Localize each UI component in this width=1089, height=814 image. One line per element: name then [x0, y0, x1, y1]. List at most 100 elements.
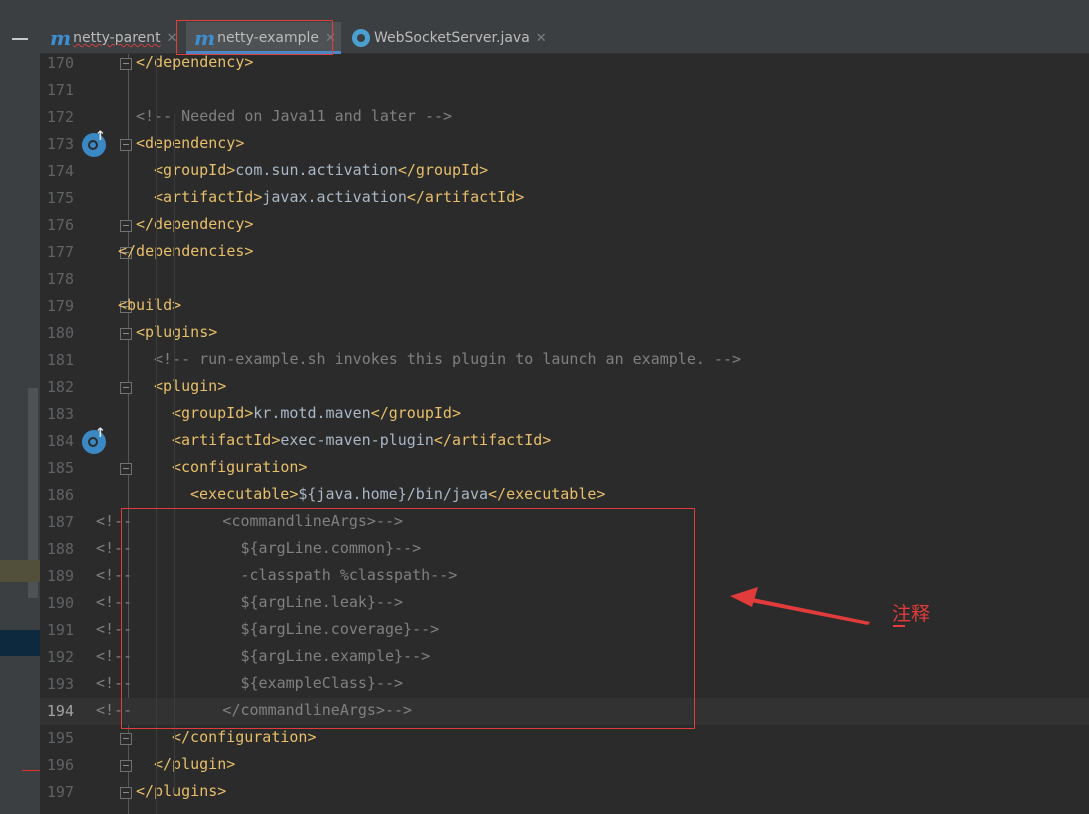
code-text: </plugin>: [154, 755, 235, 773]
code-text: <build>: [118, 296, 181, 314]
project-tool-strip: [0, 0, 40, 814]
line-number: 182: [46, 378, 74, 396]
code-token: </artifactId>: [406, 188, 525, 206]
code-text: </dependency>: [136, 53, 253, 71]
code-text: <plugin>: [154, 377, 226, 395]
fold-toggle-icon[interactable]: [120, 463, 132, 475]
fold-toggle-icon[interactable]: [120, 733, 132, 745]
code-token: <!-- run-example.sh invokes this plugin …: [154, 350, 741, 368]
code-token: <artifactId>: [172, 431, 281, 449]
code-line[interactable]: 179 <build>: [40, 293, 1089, 320]
code-line[interactable]: 178: [40, 266, 1089, 293]
maven-icon: m: [50, 26, 72, 50]
line-number: 178: [46, 270, 74, 288]
fold-toggle-icon[interactable]: [120, 328, 132, 340]
line-number: 192: [46, 648, 74, 666]
code-line[interactable]: 196 </plugin>: [40, 752, 1089, 779]
annotation-highlight-box: [121, 508, 695, 729]
line-number: 174: [46, 162, 74, 180]
line-number: 197: [46, 783, 74, 801]
line-number: 195: [46, 729, 74, 747]
code-text: <executable>${java.home}/bin/java</execu…: [190, 485, 605, 503]
code-token: <dependency>: [136, 134, 245, 152]
code-text: <configuration>: [172, 458, 307, 476]
code-line[interactable]: 172 <!-- Needed on Java11 and later -->: [40, 104, 1089, 131]
code-token: <groupId>: [154, 161, 236, 179]
code-text: </configuration>: [172, 728, 317, 746]
code-line[interactable]: 195 </configuration>: [40, 725, 1089, 752]
line-number: 176: [46, 216, 74, 234]
code-line[interactable]: 170 </dependency>: [40, 50, 1089, 77]
code-token: </configuration>: [172, 728, 317, 746]
code-line[interactable]: 197 </plugins>: [40, 779, 1089, 806]
code-line[interactable]: 177 </dependencies>: [40, 239, 1089, 266]
code-token: <artifactId>: [154, 188, 263, 206]
code-text: <!-- Needed on Java11 and later -->: [136, 107, 452, 125]
tab-label: netty-parent: [73, 30, 161, 46]
code-token: <plugins>: [136, 323, 218, 341]
fold-toggle-icon[interactable]: [120, 760, 132, 772]
code-text: <artifactId>exec-maven-plugin</artifactI…: [172, 431, 551, 449]
code-text: <!-- run-example.sh invokes this plugin …: [154, 350, 741, 368]
code-line[interactable]: 175 <artifactId>javax.activation</artifac…: [40, 185, 1089, 212]
line-number: 172: [46, 108, 74, 126]
line-number: 170: [46, 54, 74, 72]
line-number: 188: [46, 540, 74, 558]
code-line[interactable]: 181 <!-- run-example.sh invokes this plug…: [40, 347, 1089, 374]
error-marker: [22, 770, 40, 771]
line-number: 190: [46, 594, 74, 612]
line-number: 181: [46, 351, 74, 369]
code-token: </groupId>: [370, 404, 461, 422]
line-number: 179: [46, 297, 74, 315]
code-text: <artifactId>javax.activation</artifactId…: [154, 188, 524, 206]
code-line[interactable]: 184 <artifactId>exec-maven-plugin</artifa…: [40, 426, 1089, 455]
close-icon[interactable]: ✕: [536, 31, 547, 46]
code-token: <plugin>: [154, 377, 227, 395]
code-line[interactable]: 183 <groupId>kr.motd.maven</groupId>: [40, 401, 1089, 428]
code-token: </groupId>: [397, 161, 489, 179]
code-line[interactable]: 182 <plugin>: [40, 374, 1089, 401]
code-text: <groupId>com.sun.activation</groupId>: [154, 161, 488, 179]
line-number: 175: [46, 189, 74, 207]
line-number: 186: [46, 486, 74, 504]
code-token: <groupId>: [172, 404, 254, 422]
code-line[interactable]: 186 <executable>${java.home}/bin/java</ex…: [40, 482, 1089, 509]
code-line[interactable]: 180 <plugins>: [40, 320, 1089, 347]
line-number: 193: [46, 675, 74, 693]
annotation-arrow: [730, 587, 870, 625]
code-line[interactable]: 176 </dependency>: [40, 212, 1089, 239]
code-text: </plugins>: [136, 782, 226, 800]
code-token: ${java.home}/bin/java: [298, 485, 489, 503]
selection-marker: [0, 630, 40, 656]
java-class-icon: [352, 29, 370, 47]
highlight-marker: [0, 560, 40, 582]
line-number: 183: [46, 405, 74, 423]
hide-panel-icon[interactable]: [12, 38, 28, 40]
code-line[interactable]: 185 <configuration>: [40, 455, 1089, 482]
line-number: 196: [46, 756, 74, 774]
fold-toggle-icon[interactable]: [120, 787, 132, 799]
line-number: 187: [46, 513, 74, 531]
code-line[interactable]: 173 <dependency>: [40, 129, 1089, 158]
code-line[interactable]: 171: [40, 77, 1089, 104]
code-token: </dependency>: [136, 215, 254, 233]
code-token: </plugin>: [154, 755, 236, 773]
fold-toggle-icon[interactable]: [120, 58, 132, 70]
code-line[interactable]: 174 <groupId>com.sun.activation</groupId>: [40, 158, 1089, 185]
line-number: 180: [46, 324, 74, 342]
code-text: <dependency>: [136, 134, 244, 152]
fold-toggle-icon[interactable]: [120, 220, 132, 232]
overridden-method-icon[interactable]: [82, 426, 106, 454]
overridden-method-icon[interactable]: [82, 129, 106, 157]
line-number: 171: [46, 81, 74, 99]
code-token: </plugins>: [136, 782, 227, 800]
tab-label: WebSocketServer.java: [374, 30, 530, 46]
fold-toggle-icon[interactable]: [120, 382, 132, 394]
fold-toggle-icon[interactable]: [120, 139, 132, 151]
line-number: 191: [46, 621, 74, 639]
line-number: 194: [46, 702, 74, 720]
code-token: exec-maven-plugin: [280, 431, 434, 449]
annotation-label: 注释: [892, 603, 931, 625]
code-text: <groupId>kr.motd.maven</groupId>: [172, 404, 461, 422]
annotation-underline: [893, 625, 905, 627]
